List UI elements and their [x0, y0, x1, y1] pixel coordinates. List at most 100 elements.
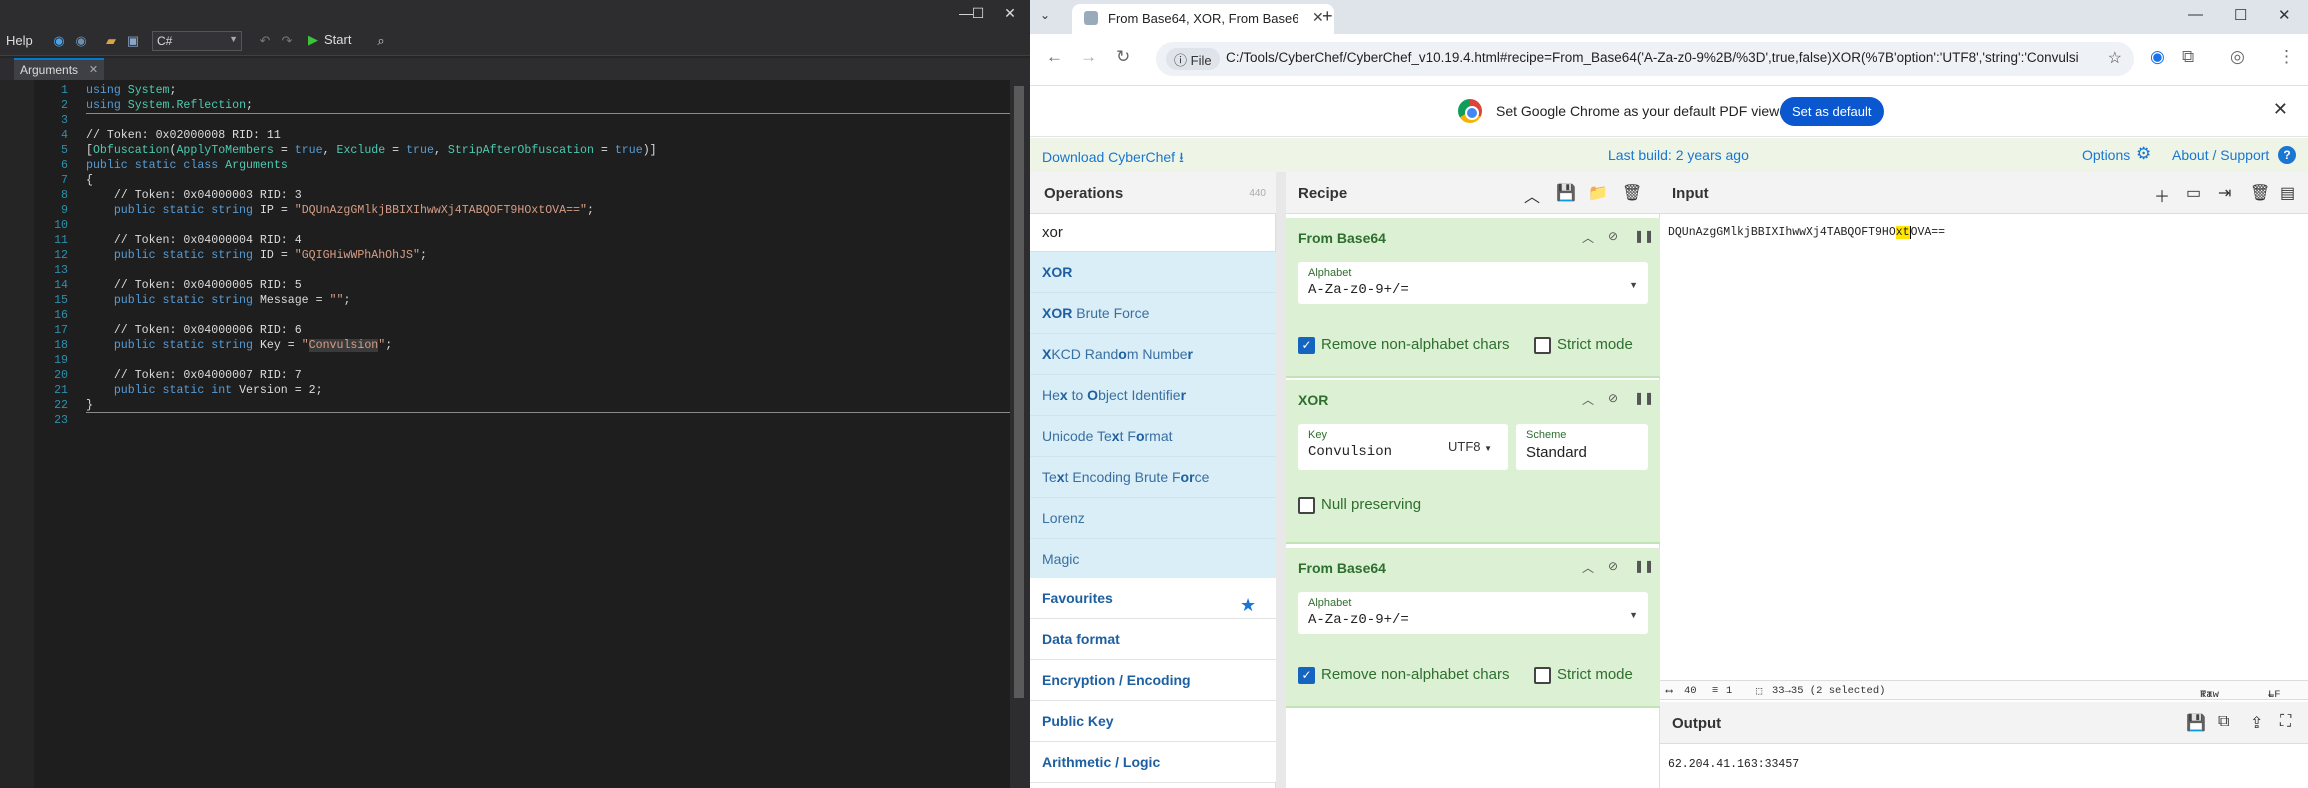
redo-icon[interactable]: ↷ — [278, 32, 296, 50]
pause-step-icon[interactable]: ❚❚ — [1634, 391, 1654, 405]
remove-non-alphabet-checkbox[interactable]: ✓ Remove non-alphabet chars — [1298, 336, 1509, 354]
help-icon[interactable]: ? — [2278, 146, 2296, 164]
recipe-step-from-base64-2[interactable]: From Base64 ︿ ⊘ ❚❚ Alphabet A-Za-z0-9+/=… — [1286, 548, 1660, 708]
replace-input-icon[interactable]: ⇪ — [2250, 713, 2263, 733]
recipe-step-xor[interactable]: XOR ︿ ⊘ ❚❚ Key Convulsion UTF8 ▼ Scheme … — [1286, 380, 1660, 544]
xor-scheme-select[interactable]: Scheme Standard — [1516, 424, 1648, 470]
forward-icon[interactable]: ◉ — [72, 32, 90, 50]
open-folder-icon[interactable]: ▰ — [102, 32, 120, 50]
collapse-step-icon[interactable]: ︿ — [1582, 391, 1594, 408]
save-output-icon[interactable]: 💾 — [2186, 713, 2206, 733]
add-tab-icon[interactable]: ＋ — [2154, 183, 2170, 207]
close-tab-icon[interactable]: ✕ — [89, 63, 98, 76]
gear-icon[interactable]: ⚙ — [2136, 144, 2151, 164]
category-arithmetic-logic[interactable]: Arithmetic / Logic — [1030, 742, 1276, 783]
profile-icon[interactable]: ◎ — [2230, 47, 2245, 67]
reset-layout-icon[interactable]: ▤ — [2280, 183, 2295, 203]
category-public-key[interactable]: Public Key — [1030, 701, 1276, 742]
operation-item[interactable]: Lorenz — [1030, 498, 1276, 539]
null-preserving-checkbox[interactable]: Null preserving — [1298, 496, 1421, 514]
download-cyberchef-link[interactable]: Download CyberChef ⭳ — [1042, 147, 1184, 171]
menu-help[interactable]: Help — [6, 33, 33, 48]
key-encoding-select[interactable]: UTF8 ▼ — [1448, 439, 1492, 454]
match-highlight: X — [1042, 346, 1052, 362]
code-line-11: // Token: 0x04000004 RID: 4 — [86, 234, 302, 247]
save-recipe-icon[interactable]: 💾 — [1556, 183, 1576, 203]
back-icon[interactable]: ◉ — [50, 32, 68, 50]
match-highlight: x — [1111, 428, 1120, 444]
strict-mode-checkbox[interactable]: Strict mode — [1534, 336, 1633, 354]
category-data-format[interactable]: Data format — [1030, 619, 1276, 660]
operation-item[interactable]: XOR — [1030, 252, 1276, 293]
xor-key-input[interactable]: Key Convulsion UTF8 ▼ — [1298, 424, 1508, 470]
panel-resizer[interactable] — [1276, 172, 1286, 788]
disable-step-icon[interactable]: ⊘ — [1608, 391, 1618, 405]
back-icon[interactable]: ← — [1046, 47, 1063, 67]
operations-search-input[interactable]: xor — [1030, 214, 1276, 252]
close-window-icon[interactable]: ✕ — [2278, 6, 2291, 24]
undo-icon[interactable]: ↶ — [256, 32, 274, 50]
file-chip[interactable]: ⓘ File — [1166, 48, 1220, 70]
operation-item[interactable]: XKCD Random Number — [1030, 334, 1276, 375]
collapse-all-icon[interactable]: ︿ — [1524, 183, 1540, 207]
code-editor[interactable]: 1 2 3 4 5 6 7 8 9 10 11 12 13 14 15 16 17 18 19 20 21 22 23 us… — [34, 80, 1040, 788]
recipe-step-from-base64[interactable]: From Base64 ︿ ⊘ ❚❚ Alphabet A-Za-z0-9+/=… — [1286, 218, 1660, 378]
scrollbar-thumb[interactable] — [1014, 86, 1024, 698]
clear-recipe-icon[interactable]: 🗑 — [1622, 183, 1642, 203]
code-line-7: { — [86, 174, 93, 187]
remove-non-alphabet-checkbox[interactable]: ✓ Remove non-alphabet chars — [1298, 666, 1509, 684]
copy-output-icon[interactable]: ⧉ — [2218, 713, 2229, 731]
load-recipe-icon[interactable]: 📁 — [1588, 183, 1608, 203]
collapse-step-icon[interactable]: ︿ — [1582, 559, 1594, 576]
pause-step-icon[interactable]: ❚❚ — [1634, 559, 1654, 573]
reload-icon[interactable]: ↻ — [1116, 47, 1130, 67]
pause-step-icon[interactable]: ❚❚ — [1634, 229, 1654, 243]
save-icon[interactable]: ▣ — [124, 32, 142, 50]
category-encryption-encoding[interactable]: Encryption / Encoding — [1030, 660, 1276, 701]
extension-icon[interactable]: ◉ — [2150, 47, 2165, 67]
start-button[interactable]: ▶ Start — [308, 32, 351, 48]
operation-item[interactable]: XOR Brute Force — [1030, 293, 1276, 334]
operation-item[interactable]: Hex to Object Identifier — [1030, 375, 1276, 416]
input-textarea[interactable]: DQUnAzgGMlkjBBIXIhwwXj4TABQOFT9HOxtOVA== — [1668, 226, 1946, 239]
extensions-puzzle-icon[interactable]: ⧉ — [2182, 47, 2194, 67]
operation-item[interactable]: Unicode Text Format — [1030, 416, 1276, 457]
alphabet-select[interactable]: Alphabet A-Za-z0-9+/= ▼ — [1298, 592, 1648, 634]
line-number: 14 — [54, 279, 68, 292]
line-number: 15 — [54, 294, 68, 307]
browser-tab[interactable]: From Base64, XOR, From Base64 ✕ — [1072, 4, 1334, 34]
omnibox[interactable]: ⓘ File C:/Tools/CyberChef/CyberChef_v10.… — [1156, 42, 2134, 76]
language-select[interactable]: C# ▼ — [152, 31, 242, 51]
minimize-icon[interactable]: — — [2188, 6, 2203, 23]
set-as-default-button[interactable]: Set as default — [1780, 97, 1884, 126]
maximize-icon[interactable]: ☐ — [964, 3, 992, 23]
url-text[interactable]: C:/Tools/CyberChef/CyberChef_v10.19.4.ht… — [1226, 50, 2096, 65]
open-folder-icon[interactable]: ▭ — [2186, 183, 2201, 203]
bookmark-star-icon[interactable]: ☆ — [2108, 48, 2122, 68]
options-link[interactable]: Options — [2082, 147, 2130, 163]
clear-input-icon[interactable]: 🗑 — [2250, 183, 2270, 203]
output-text[interactable]: 62.204.41.163:33457 — [1668, 758, 1799, 771]
input-text-before: DQUnAzgGMlkjBBIXIhwwXj4TABQOFT9HO — [1668, 226, 1896, 239]
maximize-output-icon[interactable]: ⛶ — [2280, 713, 2291, 731]
close-icon[interactable]: ✕ — [996, 3, 1024, 23]
disable-step-icon[interactable]: ⊘ — [1608, 559, 1618, 573]
operation-item[interactable]: Text Encoding Brute Force — [1030, 457, 1276, 498]
menu-kebab-icon[interactable]: ⋮ — [2278, 47, 2295, 67]
tab-search-icon[interactable]: ⌄ — [1040, 8, 1050, 22]
open-file-icon[interactable]: ⇥ — [2218, 183, 2231, 203]
favourite-star-icon[interactable]: ★ — [1240, 595, 1256, 616]
close-infobar-icon[interactable]: ✕ — [2273, 99, 2288, 120]
eol-label: LF — [2268, 689, 2281, 701]
strict-mode-checkbox[interactable]: Strict mode — [1534, 666, 1633, 684]
disable-step-icon[interactable]: ⊘ — [1608, 229, 1618, 243]
operation-item[interactable]: Magic — [1030, 539, 1276, 580]
new-tab-icon[interactable]: + — [1322, 6, 1333, 27]
forward-icon[interactable]: → — [1080, 47, 1097, 67]
alphabet-select[interactable]: Alphabet A-Za-z0-9+/= ▼ — [1298, 262, 1648, 304]
about-support-link[interactable]: About / Support — [2172, 147, 2269, 163]
maximize-icon[interactable]: ☐ — [2234, 6, 2247, 24]
tab-arguments[interactable]: Arguments ✕ — [14, 58, 105, 80]
search-icon[interactable]: ⌕ — [372, 32, 390, 50]
collapse-step-icon[interactable]: ︿ — [1582, 229, 1594, 246]
